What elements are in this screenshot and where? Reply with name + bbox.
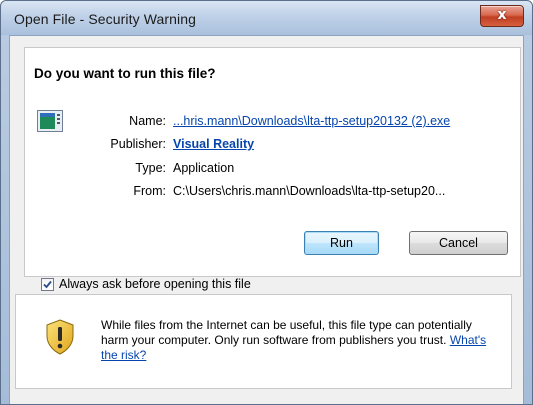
close-button[interactable]: x <box>480 5 524 27</box>
window-frame-left <box>1 35 9 404</box>
security-shield-icon <box>46 319 74 355</box>
type-label: Type: <box>135 161 166 175</box>
title-bar[interactable]: Open File - Security Warning x <box>1 1 532 35</box>
warning-message: While files from the Internet can be use… <box>101 318 501 363</box>
from-label: From: <box>133 184 166 198</box>
always-ask-label[interactable]: Always ask before opening this file <box>59 277 251 291</box>
security-warning-window: Open File - Security Warning x Do you wa… <box>0 0 533 405</box>
cancel-button[interactable]: Cancel <box>409 231 508 255</box>
type-value: Application <box>173 161 235 175</box>
warning-text: While files from the Internet can be use… <box>101 318 472 347</box>
dialog-question: Do you want to run this file? <box>34 66 216 81</box>
application-file-icon <box>37 110 63 132</box>
name-value-link[interactable]: ...hris.mann\Downloads\lta-ttp-setup2013… <box>173 114 450 128</box>
checkmark-icon <box>43 280 52 289</box>
name-label: Name: <box>129 114 166 128</box>
run-button[interactable]: Run <box>304 231 379 255</box>
window-frame-right <box>524 35 532 404</box>
publisher-value-link[interactable]: Visual Reality <box>173 137 254 151</box>
publisher-label: Publisher: <box>110 137 166 151</box>
always-ask-checkbox[interactable] <box>41 278 54 291</box>
from-value: C:\Users\chris.mann\Downloads\lta-ttp-se… <box>173 184 446 198</box>
window-title: Open File - Security Warning <box>14 11 197 27</box>
